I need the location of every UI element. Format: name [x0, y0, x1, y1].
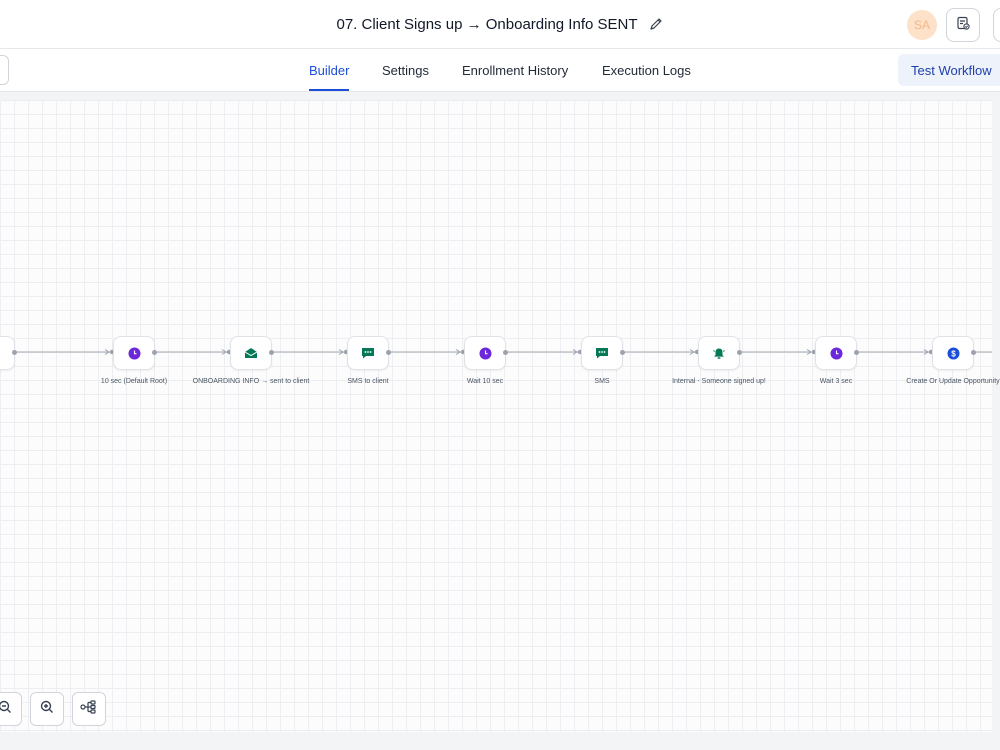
message-icon [361, 347, 375, 359]
avatar[interactable]: SA [907, 10, 937, 40]
tab-settings[interactable]: Settings [382, 49, 429, 91]
workflow-node[interactable]: Internal - Someone signed up! [659, 336, 779, 387]
workflow-node-label: ONBOARDING INFO → sent to client [192, 378, 310, 385]
workflow-node-label: Wait 3 sec [819, 378, 853, 385]
workflow-node-label: 'S [0, 377, 54, 387]
workflow-node[interactable]: Wait 3 sec [776, 336, 896, 387]
tab-bar: Builder Settings Enrollment History Exec… [0, 49, 1000, 92]
workflow-node-box[interactable] [464, 336, 506, 370]
top-header: 07. Client Signs up → Onboarding Info SE… [0, 0, 1000, 49]
tab-execution-logs[interactable]: Execution Logs [602, 49, 691, 91]
workflow-node[interactable]: 'S [0, 336, 54, 387]
zoom-in-icon [39, 699, 55, 720]
workflow-node-label: Internal - Someone signed up! [672, 378, 766, 385]
clipboard-check-icon [955, 15, 971, 36]
workflow-node-label: Wait 10 sec [466, 378, 504, 385]
clock-icon [128, 347, 141, 360]
clock-icon [830, 347, 843, 360]
workflow-node-box[interactable] [113, 336, 155, 370]
workflow-node[interactable]: Wait 10 sec [425, 336, 545, 387]
workflow-node-label: Create Or Update Opportunity [906, 378, 1000, 385]
mail-open-icon [244, 347, 258, 359]
workflow-node[interactable]: $ Create Or Update Opportunity [893, 336, 1000, 387]
workflow-canvas[interactable]: 'S 10 sec (Default Root) ONBOARDING INFO →… [0, 100, 1000, 732]
node-output-handle[interactable] [854, 350, 859, 355]
workflow-node-box[interactable] [698, 336, 740, 370]
more-button[interactable] [993, 8, 1000, 42]
svg-text:$: $ [951, 349, 956, 358]
tab-enrollment-history[interactable]: Enrollment History [462, 49, 568, 91]
connector-lines [16, 349, 992, 355]
zoom-in-button[interactable] [30, 692, 64, 726]
dollar-icon: $ [947, 347, 960, 360]
workflow-node[interactable]: ONBOARDING INFO → sent to client [191, 336, 311, 387]
zoom-out-button[interactable] [0, 692, 22, 726]
workflow-node-box[interactable] [581, 336, 623, 370]
test-workflow-button[interactable]: Test Workflow [898, 54, 1000, 86]
pencil-icon[interactable] [648, 16, 664, 32]
message-icon [595, 347, 609, 359]
canvas-area: 'S 10 sec (Default Root) ONBOARDING INFO →… [0, 92, 1000, 750]
node-output-handle[interactable] [12, 350, 17, 355]
workflow-node-label: SMS [594, 378, 610, 385]
workflow-node[interactable]: 10 sec (Default Root) [74, 336, 194, 387]
workflow-node-box[interactable] [347, 336, 389, 370]
node-output-handle[interactable] [269, 350, 274, 355]
workflow-node-label: SMS to client [347, 378, 389, 385]
tab-builder[interactable]: Builder [309, 49, 350, 91]
node-output-handle[interactable] [386, 350, 391, 355]
node-output-handle[interactable] [152, 350, 157, 355]
workflow-node[interactable]: SMS [542, 336, 662, 387]
workflow-node-box[interactable]: $ [932, 336, 974, 370]
title-wrap: 07. Client Signs up → Onboarding Info SE… [0, 0, 1000, 48]
auto-layout-button[interactable] [72, 692, 106, 726]
node-output-handle[interactable] [620, 350, 625, 355]
zoom-out-icon [0, 699, 13, 720]
node-output-handle[interactable] [503, 350, 508, 355]
workflow-node-box[interactable] [230, 336, 272, 370]
workflow-node[interactable]: SMS to client [308, 336, 428, 387]
clock-icon [479, 347, 492, 360]
node-output-handle[interactable] [737, 350, 742, 355]
workflow-title: 07. Client Signs up → Onboarding Info SE… [336, 15, 638, 33]
workflow-node-box[interactable] [815, 336, 857, 370]
node-output-handle[interactable] [971, 350, 976, 355]
auto-layout-icon [80, 699, 98, 720]
bell-icon [712, 347, 726, 360]
clipboard-check-button[interactable] [946, 8, 980, 42]
workflow-node-label: 10 sec (Default Root) [100, 378, 168, 385]
back-button[interactable] [0, 55, 9, 85]
